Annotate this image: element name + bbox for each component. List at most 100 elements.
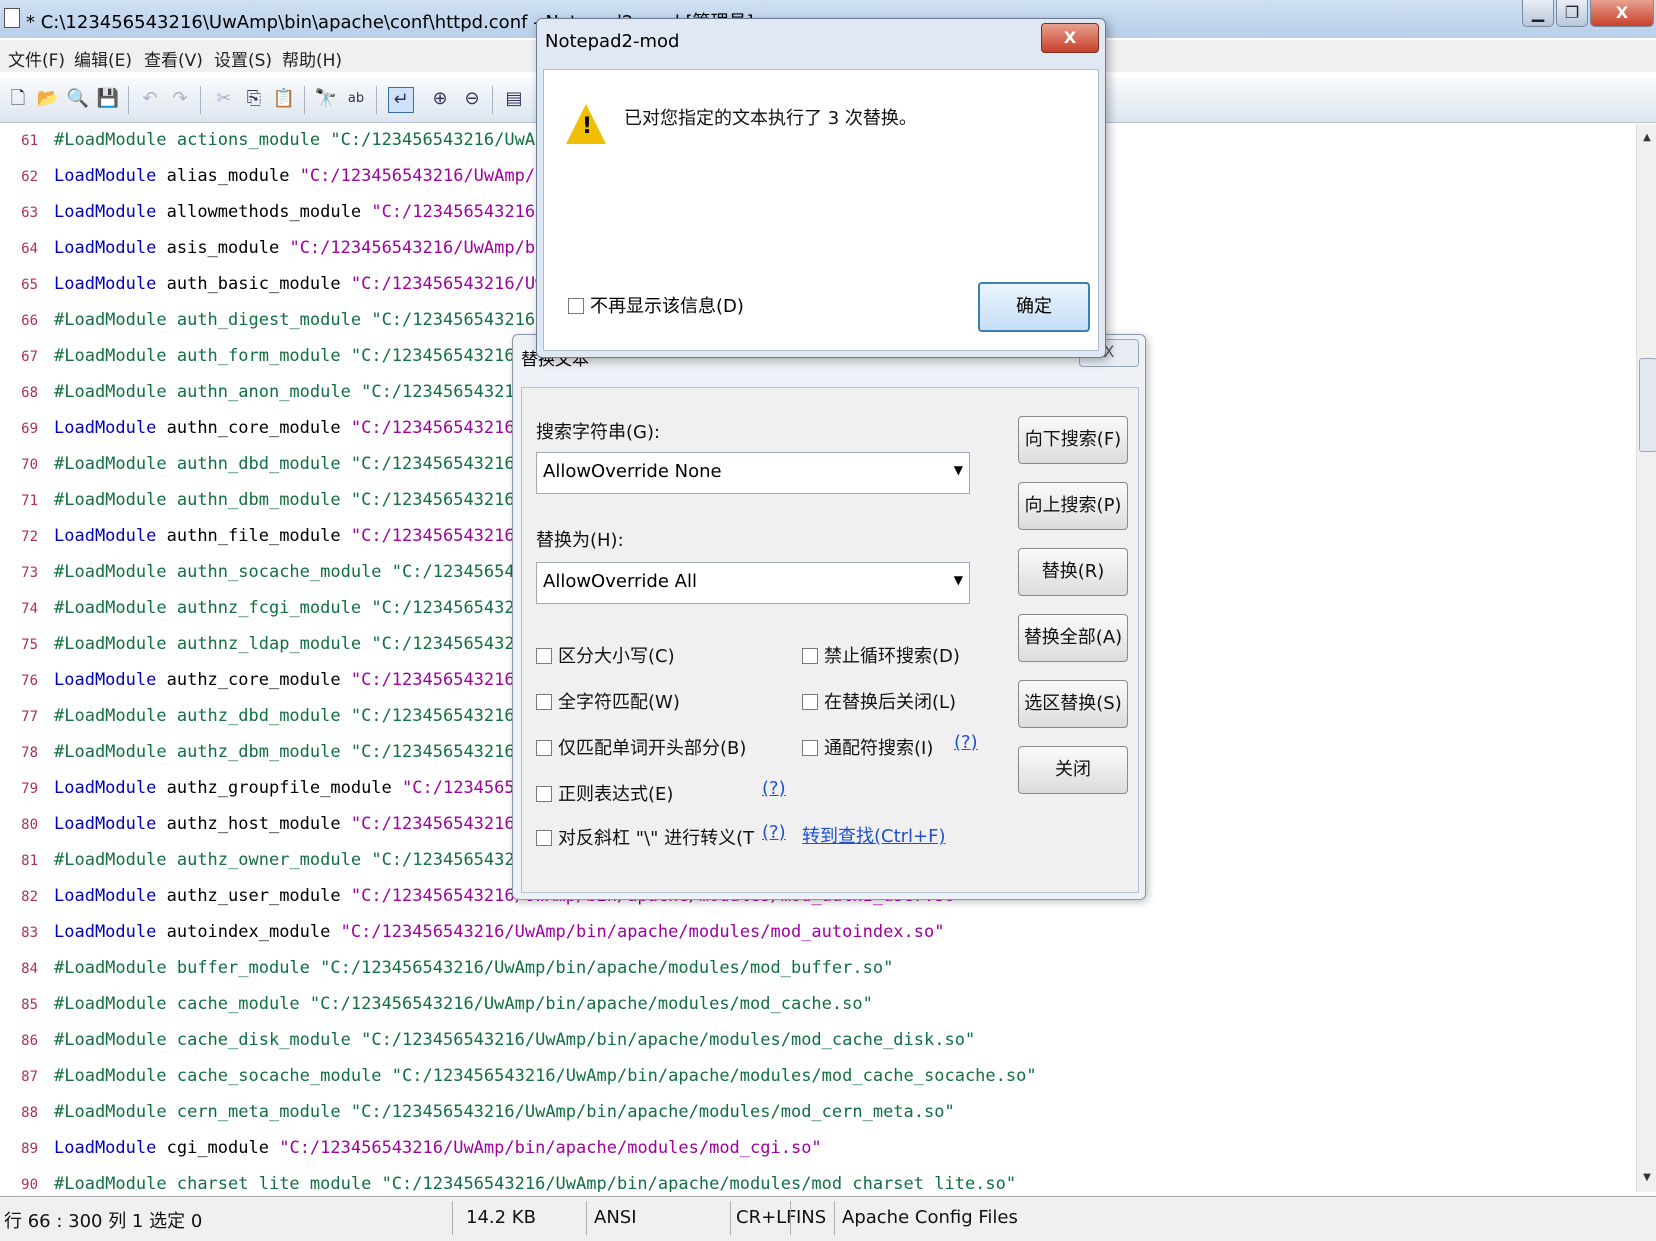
- save-icon[interactable]: 💾: [96, 87, 120, 111]
- code-line[interactable]: 90 #LoadModule charset_lite_module "C:/12…: [0, 1168, 1636, 1192]
- zoom-out-icon[interactable]: ⊖: [460, 87, 484, 111]
- directive-keyword: #LoadModule: [54, 1066, 167, 1086]
- checkbox-box[interactable]: [802, 694, 818, 710]
- search-input[interactable]: AllowOverride None ▼: [536, 452, 970, 494]
- menu-edit[interactable]: 编辑(E): [74, 46, 132, 71]
- cut-icon[interactable]: ✂: [212, 87, 236, 111]
- no-wrap-label: 禁止循环搜索(D): [824, 646, 960, 667]
- no-wrap-checkbox[interactable]: 禁止循环搜索(D): [802, 642, 960, 668]
- code-line[interactable]: 83 LoadModule autoindex_module "C:/123456…: [0, 916, 1636, 952]
- line-number: 64: [21, 241, 38, 257]
- close-after-checkbox[interactable]: 在替换后关闭(L): [802, 688, 956, 714]
- word-start-checkbox[interactable]: 仅匹配单词开头部分(B): [536, 734, 746, 760]
- directive-keyword: LoadModule: [54, 922, 157, 942]
- backslash-checkbox[interactable]: 对反斜杠 "\" 进行转义(T: [536, 824, 754, 850]
- find-next-button[interactable]: 向下搜索(F): [1018, 416, 1128, 464]
- status-mode[interactable]: INS: [796, 1207, 826, 1228]
- chevron-down-icon[interactable]: ▼: [954, 463, 963, 477]
- chevron-down-icon[interactable]: ▼: [954, 573, 963, 587]
- checkbox-box[interactable]: [536, 694, 552, 710]
- replace-button[interactable]: 替换(R): [1018, 548, 1128, 596]
- scroll-down-icon[interactable]: ▼: [1637, 1168, 1656, 1188]
- maximize-button[interactable]: ❐: [1556, 0, 1588, 27]
- menu-help[interactable]: 帮助(H): [282, 46, 342, 71]
- menu-settings[interactable]: 设置(S): [214, 46, 272, 71]
- replace-all-button[interactable]: 替换全部(A): [1018, 614, 1128, 662]
- module-name: cache_socache_module: [176, 1066, 382, 1086]
- toolbar-separator: [492, 86, 493, 114]
- checkbox-box[interactable]: [568, 298, 584, 314]
- message-box-close-button[interactable]: X: [1041, 23, 1099, 53]
- whole-word-checkbox[interactable]: 全字符匹配(W): [536, 688, 680, 714]
- replace-in-selection-button[interactable]: 选区替换(S): [1018, 680, 1128, 728]
- code-line[interactable]: 89 LoadModule cgi_module "C:/123456543216…: [0, 1132, 1636, 1168]
- directive-keyword: LoadModule: [54, 418, 157, 438]
- dont-show-checkbox[interactable]: 不再显示该信息(D): [568, 292, 744, 318]
- code-line[interactable]: 85 #LoadModule cache_module "C:/123456543…: [0, 988, 1636, 1024]
- vertical-scrollbar[interactable]: ▲ ▼: [1636, 124, 1656, 1192]
- code-line[interactable]: 84 #LoadModule buffer_module "C:/12345654…: [0, 952, 1636, 988]
- checkbox-box[interactable]: [536, 740, 552, 756]
- checkbox-box[interactable]: [536, 830, 552, 846]
- directive-keyword: #LoadModule: [54, 382, 167, 402]
- code-line[interactable]: 88 #LoadModule cern_meta_module "C:/12345…: [0, 1096, 1636, 1132]
- match-case-checkbox[interactable]: 区分大小写(C): [536, 642, 675, 668]
- code-line[interactable]: 87 #LoadModule cache_socache_module "C:/1…: [0, 1060, 1636, 1096]
- replace-icon[interactable]: ab: [344, 87, 368, 111]
- menu-file[interactable]: 文件(F): [8, 46, 65, 71]
- zoom-in-icon[interactable]: ⊕: [428, 87, 452, 111]
- status-encoding[interactable]: ANSI: [594, 1207, 637, 1228]
- line-number: 89: [21, 1141, 38, 1157]
- line-number: 63: [21, 205, 38, 221]
- find-previous-button[interactable]: 向上搜索(P): [1018, 482, 1128, 530]
- checkbox-box[interactable]: [536, 648, 552, 664]
- regex-checkbox[interactable]: 正则表达式(E): [536, 780, 673, 806]
- word-start-label: 仅匹配单词开头部分(B): [558, 738, 747, 759]
- backslash-help-link[interactable]: (?): [762, 822, 786, 843]
- module-name: auth_digest_module: [176, 310, 362, 330]
- module-name: cern_meta_module: [176, 1102, 341, 1122]
- message-box-title: Notepad2-mod: [545, 31, 680, 52]
- wildcard-help-link[interactable]: (?): [954, 732, 978, 753]
- dont-show-label: 不再显示该信息(D): [590, 296, 744, 317]
- minimize-button[interactable]: ▁: [1522, 0, 1554, 27]
- goto-find-link[interactable]: 转到查找(Ctrl+F): [802, 822, 946, 848]
- status-eol[interactable]: CR+LF: [736, 1207, 797, 1228]
- replace-label: 替换为(H):: [536, 530, 624, 551]
- wildcard-checkbox[interactable]: 通配符搜索(I): [802, 734, 933, 760]
- close-window-button[interactable]: X: [1590, 0, 1654, 27]
- directive-keyword: LoadModule: [54, 670, 157, 690]
- redo-icon[interactable]: ↷: [168, 87, 192, 111]
- wildcard-label: 通配符搜索(I): [824, 738, 934, 759]
- close-dialog-button[interactable]: 关闭: [1018, 746, 1128, 794]
- open-folder-icon[interactable]: 📂: [36, 87, 60, 111]
- paste-icon[interactable]: 📋: [272, 87, 296, 111]
- status-size: 14.2 KB: [466, 1207, 536, 1228]
- status-separator: [730, 1201, 731, 1235]
- module-path: "C:/123456543216/UwAmp/bin/apache/module…: [350, 1102, 955, 1122]
- scroll-thumb[interactable]: [1639, 358, 1656, 452]
- replace-input[interactable]: AllowOverride All ▼: [536, 562, 970, 604]
- status-scheme[interactable]: Apache Config Files: [842, 1207, 1018, 1228]
- browse-icon[interactable]: 🔍: [66, 87, 90, 111]
- line-number: 81: [21, 853, 38, 869]
- copy-icon[interactable]: ⎘: [242, 87, 266, 111]
- directive-keyword: #LoadModule: [54, 994, 167, 1014]
- scroll-up-icon[interactable]: ▲: [1637, 128, 1656, 148]
- line-number: 76: [21, 673, 38, 689]
- code-line[interactable]: 86 #LoadModule cache_disk_module "C:/1234…: [0, 1024, 1636, 1060]
- regex-help-link[interactable]: (?): [762, 778, 786, 799]
- scheme-icon[interactable]: ▤: [502, 87, 526, 111]
- menu-view[interactable]: 查看(V): [144, 46, 203, 71]
- checkbox-box[interactable]: [802, 648, 818, 664]
- new-file-icon[interactable]: 🗋: [6, 87, 30, 111]
- line-number: 65: [21, 277, 38, 293]
- checkbox-box[interactable]: [536, 786, 552, 802]
- undo-icon[interactable]: ↶: [138, 87, 162, 111]
- ok-button[interactable]: 确定: [978, 282, 1090, 332]
- directive-keyword: #LoadModule: [54, 598, 167, 618]
- checkbox-box[interactable]: [802, 740, 818, 756]
- word-wrap-icon[interactable]: ↵: [388, 87, 414, 113]
- find-icon[interactable]: 🔭: [314, 87, 338, 111]
- module-name: allowmethods_module: [166, 202, 362, 222]
